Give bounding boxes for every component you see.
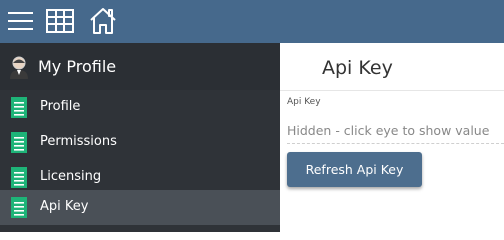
page-title: Api Key	[322, 57, 393, 79]
refresh-api-key-button[interactable]: Refresh Api Key	[287, 152, 422, 187]
home-icon[interactable]	[88, 6, 118, 36]
document-icon	[11, 167, 27, 188]
sidebar-item-label: Licensing	[40, 169, 102, 184]
api-key-label: Api Key	[287, 97, 321, 107]
top-bar	[0, 0, 504, 43]
menu-icon[interactable]	[6, 6, 36, 36]
sidebar-item-permissions[interactable]: Permissions	[0, 125, 280, 160]
sidebar: My Profile Profile Permissions Licensing…	[0, 43, 280, 232]
main-content: Api Key Api Key Refresh Api Key	[280, 43, 504, 232]
sidebar-item-label: Permissions	[40, 134, 117, 149]
profile-avatar-icon	[10, 56, 28, 79]
document-icon	[11, 132, 27, 153]
document-icon	[11, 97, 27, 118]
sidebar-item-label: Profile	[40, 99, 81, 114]
document-icon	[11, 197, 27, 218]
sidebar-item-api-key[interactable]: Api Key	[0, 190, 280, 225]
header-divider	[280, 90, 504, 91]
sidebar-item-label: Api Key	[40, 199, 89, 214]
grid-icon[interactable]	[45, 6, 75, 36]
sidebar-item-profile[interactable]: Profile	[0, 90, 280, 125]
api-key-field[interactable]	[287, 117, 504, 144]
sidebar-header[interactable]: My Profile	[0, 43, 280, 90]
sidebar-title: My Profile	[38, 57, 117, 76]
